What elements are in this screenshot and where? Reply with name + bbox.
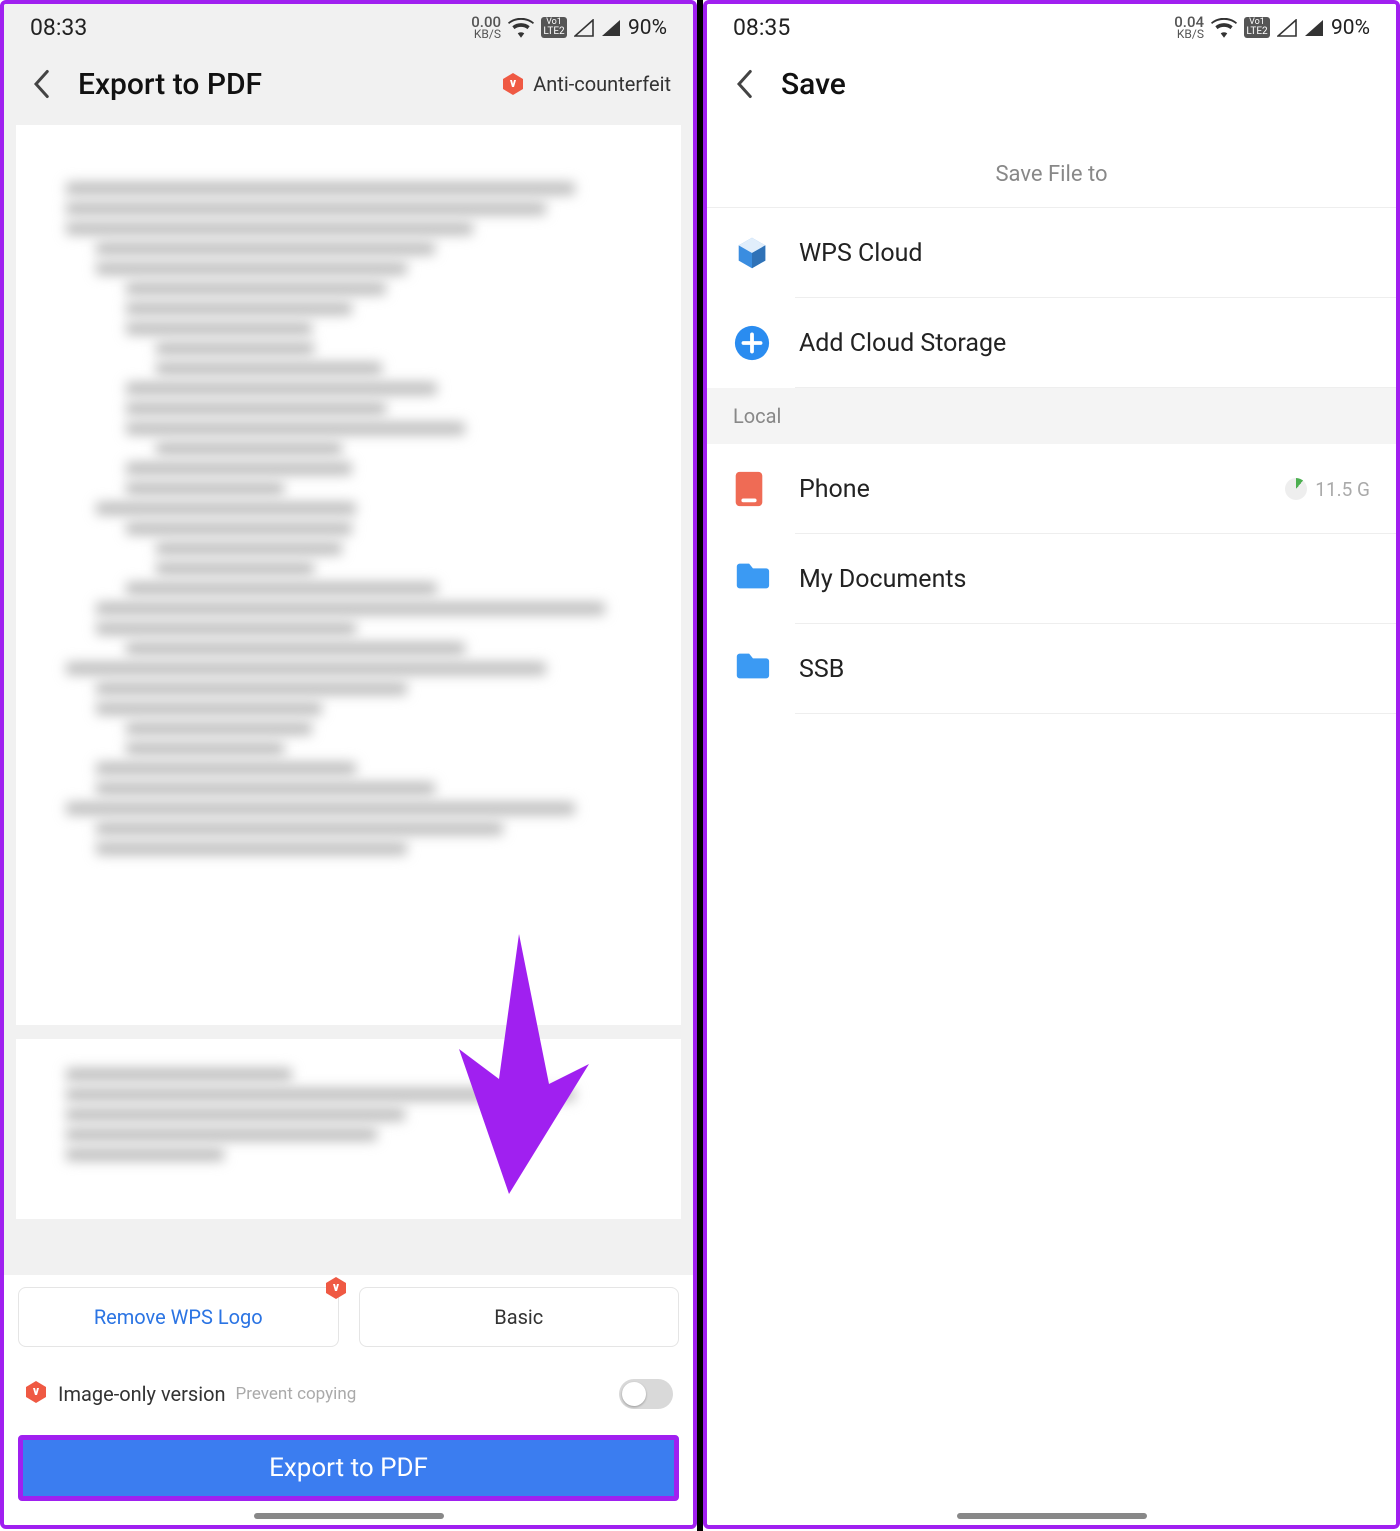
volte-icon: Vo1LTE2 <box>1244 17 1270 38</box>
premium-badge-icon <box>501 72 525 96</box>
premium-badge-icon <box>324 1276 348 1300</box>
save-file-to-label: Save File to <box>707 142 1396 208</box>
wifi-icon <box>508 18 534 38</box>
add-icon <box>733 324 771 362</box>
screenshot-right: 08:35 0.04 KB/S Vo1LTE2 90% <box>703 0 1400 1529</box>
home-indicator[interactable] <box>957 1513 1147 1519</box>
pie-icon <box>1285 478 1307 500</box>
phone-storage-icon <box>733 470 771 508</box>
location-my-documents[interactable]: My Documents <box>707 534 1396 624</box>
battery-percent: 90% <box>1331 16 1370 40</box>
screenshot-left: 08:33 0.00 KB/S Vo1LTE2 90% <box>0 0 697 1529</box>
volte-icon: Vo1LTE2 <box>541 17 567 38</box>
app-header: Save <box>707 47 1396 125</box>
back-button[interactable] <box>725 65 763 103</box>
preview-page-2 <box>16 1039 681 1219</box>
folder-icon <box>733 560 771 598</box>
home-indicator[interactable] <box>254 1513 444 1519</box>
folder-icon <box>733 650 771 688</box>
status-right-cluster: 0.04 KB/S Vo1LTE2 90% <box>1174 16 1370 40</box>
signal-icon-1 <box>574 19 594 37</box>
signal-icon-2 <box>601 19 621 37</box>
location-ssb[interactable]: SSB <box>707 624 1396 714</box>
image-only-sub: Prevent copying <box>236 1384 357 1404</box>
app-header: Export to PDF Anti-counterfeit <box>4 47 693 125</box>
page-title: Export to PDF <box>78 67 501 102</box>
anti-counterfeit-button[interactable]: Anti-counterfeit <box>501 72 671 96</box>
status-bar: 08:35 0.04 KB/S Vo1LTE2 90% <box>707 4 1396 47</box>
network-speed: 0.04 KB/S <box>1174 16 1204 39</box>
location-phone[interactable]: Phone 11.5 G <box>707 444 1396 534</box>
section-local: Local <box>707 388 1396 444</box>
location-wps-cloud[interactable]: WPS Cloud <box>707 208 1396 298</box>
image-only-toggle[interactable] <box>619 1379 673 1409</box>
back-button[interactable] <box>22 65 60 103</box>
export-to-pdf-button[interactable]: Export to PDF <box>18 1435 679 1501</box>
premium-badge-icon <box>24 1380 48 1408</box>
bottom-panel: Remove WPS Logo Basic Image-only version… <box>4 1275 693 1525</box>
network-speed: 0.00 KB/S <box>471 16 501 39</box>
status-bar: 08:33 0.00 KB/S Vo1LTE2 90% <box>4 4 693 47</box>
preview-page-1 <box>16 125 681 1025</box>
image-only-row: Image-only version Prevent copying <box>18 1361 679 1435</box>
signal-icon-2 <box>1304 19 1324 37</box>
battery-percent: 90% <box>628 16 667 40</box>
image-only-label: Image-only version <box>58 1382 226 1406</box>
basic-button[interactable]: Basic <box>359 1287 680 1347</box>
signal-icon-1 <box>1277 19 1297 37</box>
document-preview[interactable] <box>16 125 681 1221</box>
status-time: 08:33 <box>30 14 87 41</box>
page-title: Save <box>781 67 1374 102</box>
storage-indicator: 11.5 G <box>1285 478 1370 501</box>
status-right-cluster: 0.00 KB/S Vo1LTE2 90% <box>471 16 667 40</box>
remove-wps-logo-button[interactable]: Remove WPS Logo <box>18 1287 339 1347</box>
status-time: 08:35 <box>733 14 790 41</box>
cloud-cube-icon <box>733 234 771 272</box>
wifi-icon <box>1211 18 1237 38</box>
location-add-cloud[interactable]: Add Cloud Storage <box>707 298 1396 388</box>
